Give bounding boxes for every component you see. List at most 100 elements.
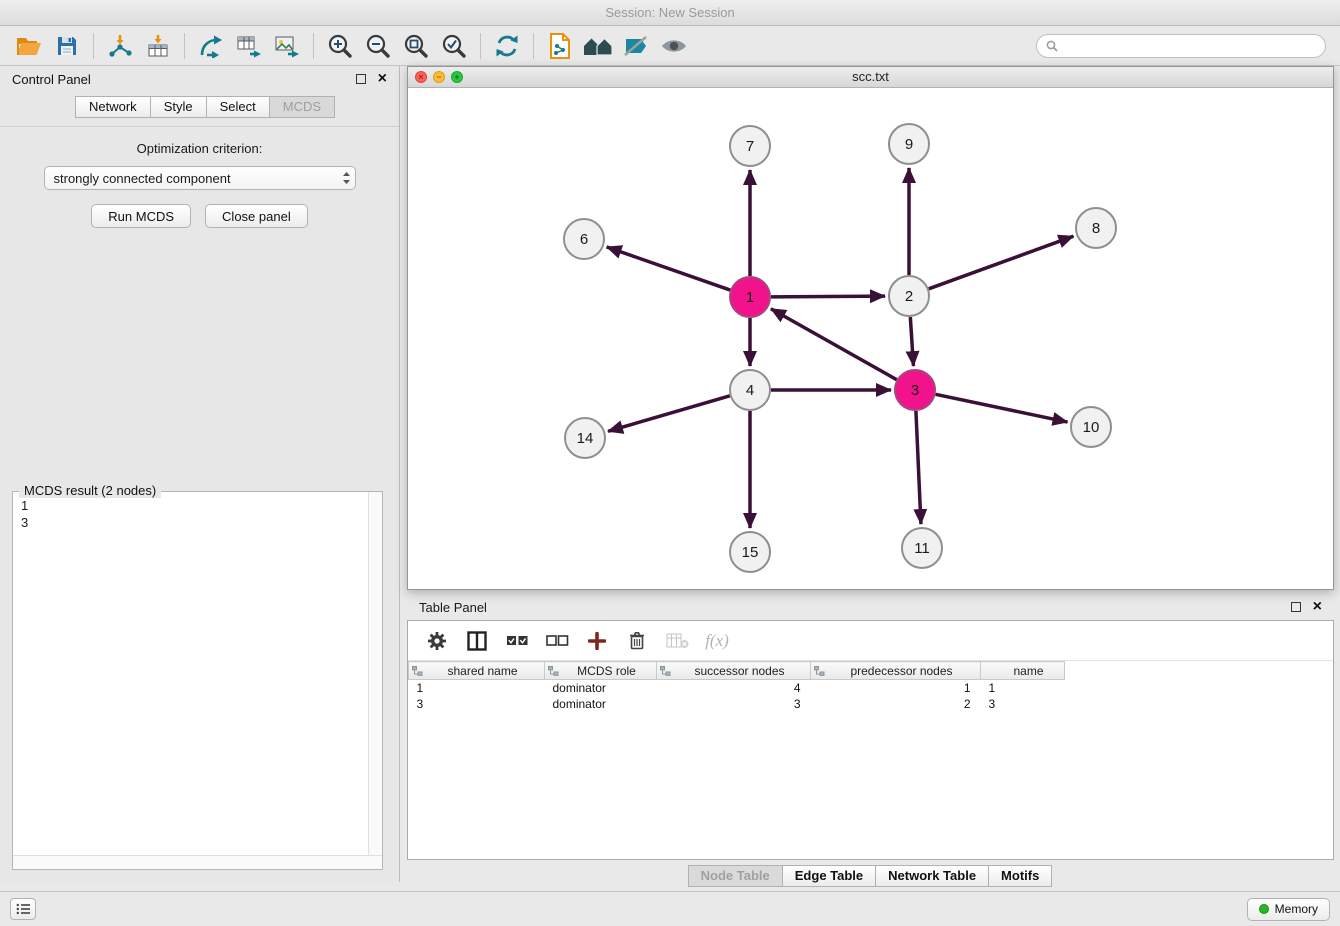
tab-network[interactable]: Network bbox=[75, 96, 151, 118]
search-box[interactable] bbox=[1036, 34, 1326, 58]
graph-edge-1-6[interactable] bbox=[607, 247, 731, 290]
criterion-dropdown[interactable]: strongly connected component bbox=[44, 166, 356, 190]
graph-edge-3-1[interactable] bbox=[771, 309, 897, 380]
function-builder-button-disabled: f(x) bbox=[702, 627, 732, 655]
close-panel-icon[interactable]: × bbox=[378, 74, 387, 84]
add-row-button[interactable] bbox=[582, 627, 612, 655]
minimize-window-icon[interactable]: − bbox=[433, 71, 445, 83]
mcds-result-box: MCDS result (2 nodes) 13 bbox=[12, 491, 383, 870]
column-header-MCDS-role[interactable]: MCDS role bbox=[545, 662, 657, 680]
column-header-name[interactable]: name bbox=[981, 662, 1065, 680]
graph-node-11[interactable]: 11 bbox=[902, 528, 942, 568]
run-mcds-button[interactable]: Run MCDS bbox=[91, 204, 191, 228]
table-header-row: shared nameMCDS rolesuccessor nodesprede… bbox=[409, 662, 1065, 680]
zoom-out-icon bbox=[364, 33, 392, 59]
graph-edge-4-14[interactable] bbox=[608, 396, 730, 431]
main-toolbar bbox=[0, 26, 1340, 66]
tab-edge-table[interactable]: Edge Table bbox=[782, 865, 876, 887]
task-history-button[interactable] bbox=[10, 898, 36, 920]
graph-node-6[interactable]: 6 bbox=[564, 219, 604, 259]
deselect-all-rows-button[interactable] bbox=[542, 627, 572, 655]
graph-node-10[interactable]: 10 bbox=[1071, 407, 1111, 447]
select-all-rows-button[interactable] bbox=[502, 627, 532, 655]
toolbar-separator bbox=[313, 33, 314, 59]
tab-motifs[interactable]: Motifs bbox=[988, 865, 1052, 887]
annotations-button[interactable] bbox=[617, 30, 655, 62]
result-line: 1 bbox=[21, 497, 374, 514]
zoom-in-button[interactable] bbox=[321, 30, 359, 62]
close-table-panel-icon[interactable]: × bbox=[1313, 602, 1322, 612]
float-table-panel-icon[interactable] bbox=[1291, 602, 1301, 612]
import-table-button[interactable] bbox=[139, 30, 177, 62]
zoom-fit-button[interactable] bbox=[397, 30, 435, 62]
zoom-selected-icon bbox=[440, 33, 468, 59]
table-tabs: Node Table Edge Table Network Table Moti… bbox=[407, 864, 1334, 888]
plus-icon bbox=[588, 632, 606, 650]
tab-style[interactable]: Style bbox=[150, 96, 207, 118]
control-panel: Control Panel × Network Style Select MCD… bbox=[0, 66, 400, 882]
graph-edge-1-2[interactable] bbox=[771, 296, 885, 297]
show-hide-button[interactable] bbox=[655, 30, 693, 62]
app-title: Session: New Session bbox=[605, 5, 734, 20]
split-columns-icon bbox=[467, 631, 487, 651]
maximize-window-icon[interactable]: + bbox=[451, 71, 463, 83]
tab-select[interactable]: Select bbox=[206, 96, 270, 118]
graph-node-1[interactable]: 1 bbox=[730, 277, 770, 317]
graph-node-14[interactable]: 14 bbox=[565, 418, 605, 458]
export-table-button[interactable] bbox=[230, 30, 268, 62]
import-network-button[interactable] bbox=[101, 30, 139, 62]
table-row[interactable]: 1dominator411 bbox=[409, 680, 1065, 696]
zoom-out-button[interactable] bbox=[359, 30, 397, 62]
result-vertical-scrollbar[interactable] bbox=[368, 492, 382, 855]
zoom-selected-button[interactable] bbox=[435, 30, 473, 62]
delete-row-button[interactable] bbox=[622, 627, 652, 655]
export-network-button[interactable] bbox=[541, 30, 579, 62]
float-panel-icon[interactable] bbox=[356, 74, 366, 84]
eye-icon bbox=[660, 37, 688, 55]
table-row[interactable]: 3dominator323 bbox=[409, 696, 1065, 712]
delete-column-button-disabled bbox=[662, 627, 692, 655]
network-view-window: × − + scc.txt 7 9 6 8 1 2 4 3 14 10 15 11 bbox=[407, 66, 1334, 590]
memory-button[interactable]: Memory bbox=[1247, 898, 1330, 921]
close-window-icon[interactable]: × bbox=[415, 71, 427, 83]
close-panel-button[interactable]: Close panel bbox=[205, 204, 308, 228]
svg-text:4: 4 bbox=[746, 382, 754, 399]
svg-text:6: 6 bbox=[580, 231, 588, 248]
graph-node-8[interactable]: 8 bbox=[1076, 208, 1116, 248]
result-horizontal-scrollbar[interactable] bbox=[13, 855, 382, 869]
new-network-button[interactable] bbox=[192, 30, 230, 62]
table-settings-button[interactable] bbox=[422, 627, 452, 655]
graph-node-7[interactable]: 7 bbox=[730, 126, 770, 166]
tab-node-table[interactable]: Node Table bbox=[688, 865, 783, 887]
tab-mcds[interactable]: MCDS bbox=[269, 96, 335, 118]
column-header-successor-nodes[interactable]: successor nodes bbox=[657, 662, 811, 680]
graph-node-9[interactable]: 9 bbox=[889, 124, 929, 164]
column-header-shared-name[interactable]: shared name bbox=[409, 662, 545, 680]
split-columns-button[interactable] bbox=[462, 627, 492, 655]
save-session-button[interactable] bbox=[48, 30, 86, 62]
graph-node-3[interactable]: 3 bbox=[895, 370, 935, 410]
column-header-predecessor-nodes[interactable]: predecessor nodes bbox=[811, 662, 981, 680]
criterion-selected-value: strongly connected component bbox=[54, 171, 231, 186]
network-canvas[interactable]: 7 9 6 8 1 2 4 3 14 10 15 11 bbox=[408, 88, 1333, 589]
graph-edge-3-10[interactable] bbox=[936, 394, 1068, 422]
fx-icon: f(x) bbox=[705, 631, 729, 651]
toolbar-separator bbox=[533, 33, 534, 59]
graph-node-15[interactable]: 15 bbox=[730, 532, 770, 572]
tab-network-table[interactable]: Network Table bbox=[875, 865, 989, 887]
export-image-button[interactable] bbox=[268, 30, 306, 62]
graph-edge-3-11[interactable] bbox=[916, 411, 921, 524]
result-line: 3 bbox=[21, 514, 374, 531]
network-window-titlebar[interactable]: × − + scc.txt bbox=[408, 67, 1333, 88]
graph-node-4[interactable]: 4 bbox=[730, 370, 770, 410]
graph-node-2[interactable]: 2 bbox=[889, 276, 929, 316]
svg-text:2: 2 bbox=[905, 288, 913, 305]
open-session-button[interactable] bbox=[10, 30, 48, 62]
apply-layout-button[interactable] bbox=[488, 30, 526, 62]
graph-edge-2-8[interactable] bbox=[929, 236, 1074, 289]
app-titlebar: Session: New Session bbox=[0, 0, 1340, 26]
home-button[interactable] bbox=[579, 30, 617, 62]
zoom-in-icon bbox=[326, 33, 354, 59]
graph-canvas[interactable]: 7 9 6 8 1 2 4 3 14 10 15 11 bbox=[408, 88, 1333, 589]
graph-edge-2-3[interactable] bbox=[910, 317, 913, 366]
